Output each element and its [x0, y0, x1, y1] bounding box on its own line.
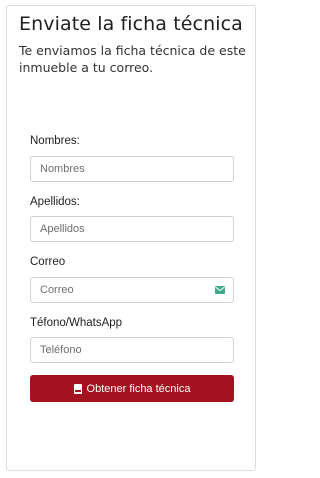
telefono-label: Téfono/WhatsApp	[30, 317, 123, 329]
email-input[interactable]	[30, 277, 234, 303]
correo-label: Correo	[30, 256, 66, 268]
nombres-input[interactable]	[30, 156, 234, 182]
phone-input[interactable]	[30, 337, 234, 363]
apellidos-label: Apellidos:	[30, 196, 80, 208]
nombres-label: Nombres:	[30, 135, 80, 147]
get-tech-sheet-label: Obtener ficha técnica	[86, 382, 191, 395]
pdf-file-icon	[73, 383, 82, 394]
apellidos-input[interactable]	[30, 216, 234, 242]
form-title: Enviate la ficha técnica	[19, 13, 243, 35]
tech-sheet-card: Enviate la ficha técnica Te enviamos la …	[6, 5, 256, 471]
form-subtitle: Te enviamos la ficha técnica de este inm…	[19, 43, 246, 75]
get-tech-sheet-button[interactable]: Obtener ficha técnica	[30, 375, 234, 402]
envelope-icon	[215, 286, 225, 294]
